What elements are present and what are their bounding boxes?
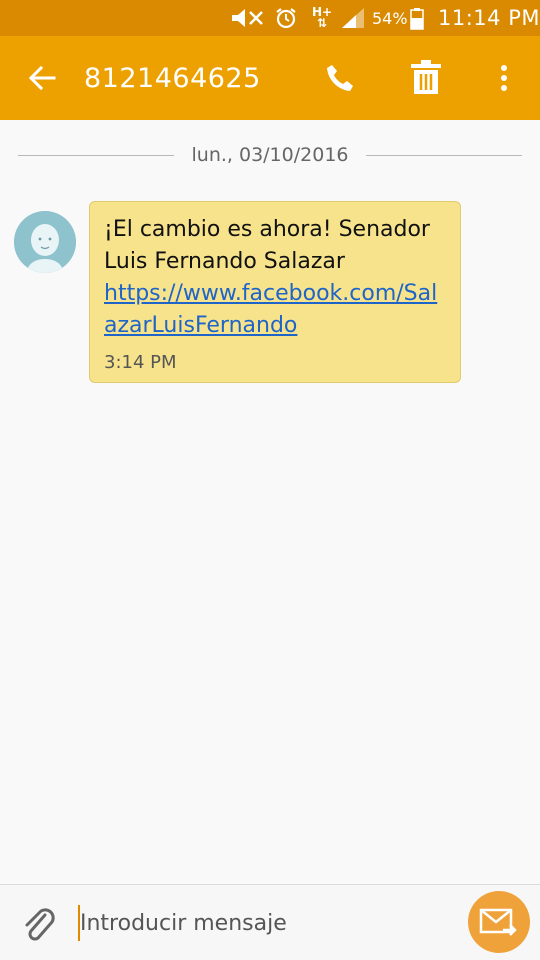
back-arrow-icon: [28, 65, 56, 91]
divider-line: [18, 155, 174, 156]
send-envelope-icon: [479, 908, 517, 936]
more-vert-icon: [501, 65, 507, 91]
mute-icon: [230, 0, 266, 36]
send-button[interactable]: [468, 891, 530, 953]
phone-icon: [327, 65, 353, 91]
message-text: ¡El cambio es ahora! Senador Luis Fernan…: [104, 217, 430, 274]
message-time: 3:14 PM: [104, 352, 177, 373]
back-button[interactable]: [18, 36, 66, 120]
trash-icon: [411, 60, 441, 94]
app-bar: 8121464625: [0, 36, 540, 120]
network-arrows-icon: ⇅: [317, 16, 328, 30]
composer-bar: [0, 884, 540, 960]
status-bar: H+ ⇅ 54% 11:14 PM: [0, 0, 540, 36]
message-input[interactable]: [78, 903, 458, 943]
message-link[interactable]: https://www.facebook.com/SalazarLuisFern…: [104, 278, 446, 342]
more-options-button[interactable]: [480, 36, 528, 120]
status-time: 11:14 PM: [438, 6, 540, 30]
call-button[interactable]: [316, 36, 364, 120]
default-avatar-icon: [14, 211, 76, 273]
battery-icon: [410, 0, 424, 36]
signal-icon: [340, 0, 366, 36]
contact-avatar[interactable]: [14, 211, 76, 273]
date-divider: lun., 03/10/2016: [18, 138, 522, 174]
attach-button[interactable]: [16, 899, 60, 947]
delete-button[interactable]: [400, 36, 452, 120]
divider-line: [366, 155, 522, 156]
contact-title: 8121464625: [84, 62, 261, 94]
paperclip-icon: [25, 908, 55, 941]
battery-percent: 54%: [372, 8, 408, 28]
network-type: H+ ⇅: [312, 0, 332, 36]
message-bubble[interactable]: ¡El cambio es ahora! Senador Luis Fernan…: [89, 201, 461, 383]
alarm-icon: [274, 0, 298, 36]
conversation-date: lun., 03/10/2016: [191, 144, 349, 166]
